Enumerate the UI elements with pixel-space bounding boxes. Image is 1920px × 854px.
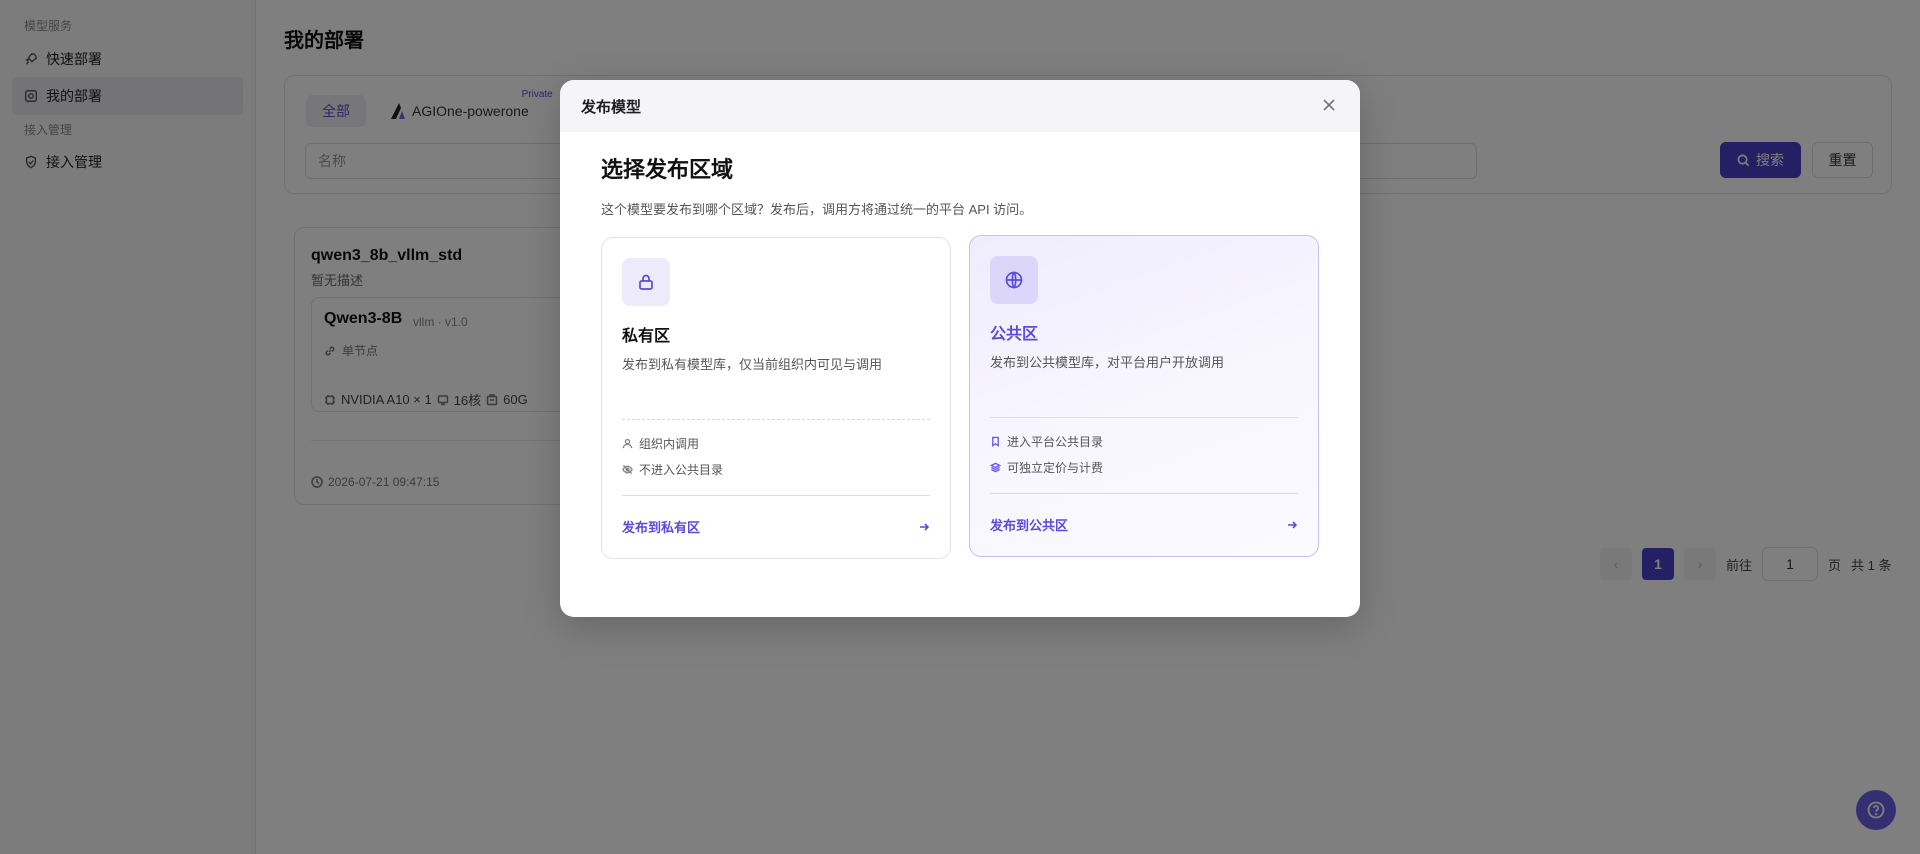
globe-icon (1005, 271, 1023, 289)
publish-private-label: 发布到私有区 (622, 520, 701, 535)
feature-label: 可独立定价与计费 (1007, 461, 1104, 475)
eye-off-icon (622, 464, 633, 475)
publish-public-label: 发布到公共区 (990, 518, 1069, 533)
arrow-right-icon (920, 522, 930, 531)
bookmark-icon (992, 436, 999, 447)
card-divider (990, 493, 1298, 494)
divider (990, 417, 1298, 418)
feature-label: 不进入公共目录 (639, 463, 724, 477)
private-feature-1: 组织内调用 (622, 435, 699, 452)
modal-header: 发布模型 (560, 80, 1360, 132)
user-icon (622, 438, 633, 449)
lock-icon (639, 274, 653, 290)
publish-model-modal: 发布模型 选择发布区域 这个模型要发布到哪个区域？发布后，调用方将通过统一的平台… (560, 80, 1360, 617)
dashed-divider (622, 419, 930, 420)
private-zone-description: 发布到私有模型库，仅当前组织内可见与调用 (622, 357, 883, 372)
public-feature-1: 进入平台公共目录 (990, 433, 1103, 450)
card-divider (622, 495, 930, 496)
arrow-right-icon (1288, 520, 1298, 529)
public-zone-card[interactable]: 公共区 发布到公共模型库，对平台用户开放调用 进入平台公共目录 可独立定价与计费… (969, 235, 1319, 557)
publish-private-button[interactable]: 发布到私有区 (622, 517, 930, 536)
public-feature-2: 可独立定价与计费 (990, 459, 1103, 476)
private-zone-card[interactable]: 私有区 发布到私有模型库，仅当前组织内可见与调用 组织内调用 不进入公共目录 发… (601, 237, 951, 559)
modal-heading: 选择发布区域 (601, 157, 734, 182)
lock-icon-wrap (622, 258, 670, 306)
private-feature-2: 不进入公共目录 (622, 461, 723, 478)
modal-title: 发布模型 (581, 98, 642, 116)
layers-icon (990, 462, 1001, 473)
private-zone-title: 私有区 (622, 328, 671, 345)
public-zone-description: 发布到公共模型库，对平台用户开放调用 (990, 355, 1225, 370)
publish-public-button[interactable]: 发布到公共区 (990, 515, 1298, 534)
modal-subtitle: 这个模型要发布到哪个区域？发布后，调用方将通过统一的平台 API 访问。 (601, 202, 1033, 217)
feature-label: 进入平台公共目录 (1007, 435, 1104, 449)
feature-label: 组织内调用 (639, 437, 700, 451)
public-zone-title: 公共区 (990, 326, 1039, 343)
close-button[interactable] (1322, 98, 1338, 114)
globe-icon-wrap (990, 256, 1038, 304)
close-icon (1323, 99, 1335, 111)
